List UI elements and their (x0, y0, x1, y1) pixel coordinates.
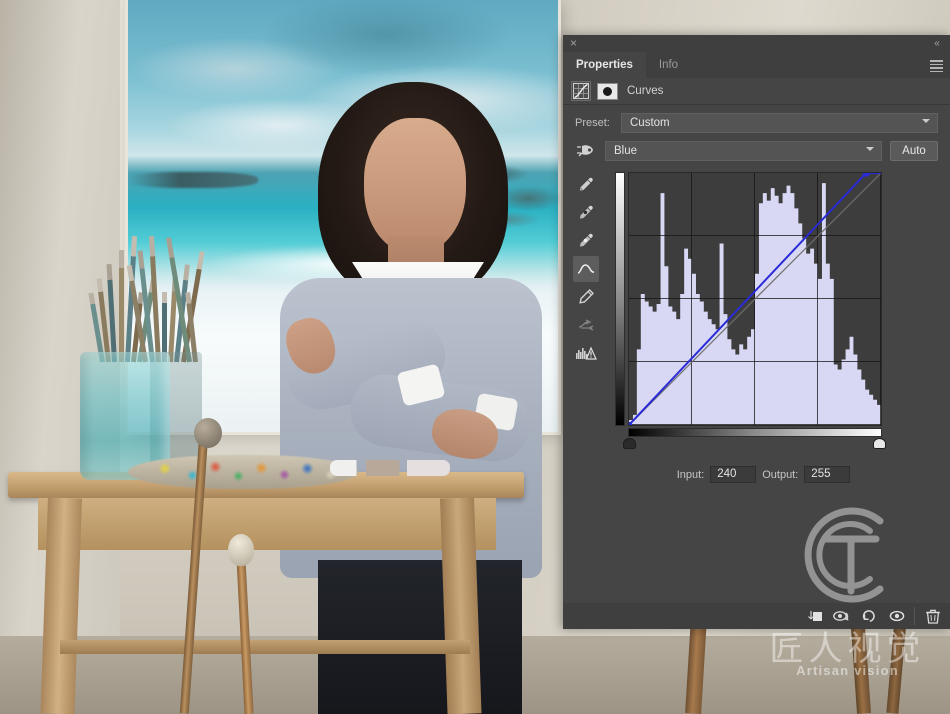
reset-adjustment-button[interactable] (856, 605, 883, 627)
edit-points-curve-tool[interactable] (573, 256, 599, 282)
output-label: Output: (762, 468, 799, 481)
mahl-stick-knob-a (194, 418, 222, 448)
toolbar-divider (914, 607, 915, 625)
painting-rocks-left (128, 172, 258, 188)
on-image-adjustment-icon[interactable] (573, 140, 599, 162)
input-output-row: Input: 240 Output: 255 (563, 466, 950, 483)
mask-dot-icon (603, 86, 612, 96)
paint-tubes (330, 460, 450, 476)
smooth-curve-tool[interactable] (573, 312, 599, 338)
sample-in-image-eyedropper[interactable] (573, 172, 599, 198)
panel-bottom-toolbar (563, 603, 950, 629)
preset-select[interactable]: Custom (621, 113, 938, 133)
layer-mask-thumbnail[interactable] (597, 82, 618, 100)
person-face (364, 118, 466, 254)
chevron-down-icon (922, 119, 930, 127)
paint-palette (128, 455, 358, 489)
preset-row: Preset: Custom (563, 105, 950, 133)
chevron-down-icon (866, 147, 874, 155)
adjustment-title: Curves (627, 85, 664, 97)
mahl-stick-knob-b (228, 534, 254, 566)
channel-select[interactable]: Blue (605, 141, 882, 161)
output-gradient-bar (615, 172, 625, 426)
curve-line-svg (629, 173, 881, 425)
tab-properties[interactable]: Properties (563, 52, 646, 78)
white-point-eyedropper[interactable] (573, 228, 599, 254)
tab-info[interactable]: Info (646, 52, 691, 78)
histogram-clipping-warning[interactable] (573, 340, 599, 366)
wooden-table-shelf (60, 640, 470, 654)
adjustment-header: Curves (563, 78, 950, 105)
preset-value: Custom (630, 117, 670, 129)
curve-tool-column (573, 172, 603, 368)
auto-button[interactable]: Auto (890, 141, 938, 161)
diagonal-baseline (629, 173, 881, 425)
preset-label: Preset: (575, 117, 610, 129)
paintbrush (118, 250, 124, 362)
curve-editor-area (563, 172, 950, 462)
input-label: Input: (676, 468, 705, 481)
channel-value: Blue (614, 145, 638, 157)
channel-row: Blue Auto (563, 133, 950, 162)
tab-info-label: Info (658, 59, 679, 71)
wooden-table-apron (38, 498, 496, 550)
tab-properties-label: Properties (576, 59, 633, 71)
person-trousers (318, 560, 522, 714)
curve-grid[interactable] (628, 172, 882, 426)
delete-adjustment-layer-button[interactable] (919, 605, 946, 627)
view-previous-state-button[interactable] (829, 605, 856, 627)
panel-menu-icon[interactable] (930, 60, 943, 72)
paintbrush-bundle (88, 232, 205, 363)
screenshot-root: × « Properties Info Curves Preset: Custo… (0, 0, 950, 714)
input-field[interactable]: 240 (710, 466, 757, 483)
panel-tab-bar: Properties Info (563, 52, 950, 78)
draw-curve-pencil-tool[interactable] (573, 284, 599, 310)
output-field[interactable]: 255 (804, 466, 851, 483)
toggle-layer-visibility-button[interactable] (883, 605, 910, 627)
input-gradient-bar (628, 428, 882, 437)
panel-titlebar: × « (563, 35, 950, 52)
black-point-eyedropper[interactable] (573, 200, 599, 226)
close-icon[interactable]: × (567, 37, 580, 50)
curves-adjustment-icon[interactable] (571, 81, 591, 101)
curve-graph (615, 172, 886, 449)
properties-panel: × « Properties Info Curves Preset: Custo… (563, 35, 950, 629)
double-chevron-right-icon[interactable]: « (930, 37, 944, 50)
clip-to-layer-button[interactable] (802, 605, 829, 627)
